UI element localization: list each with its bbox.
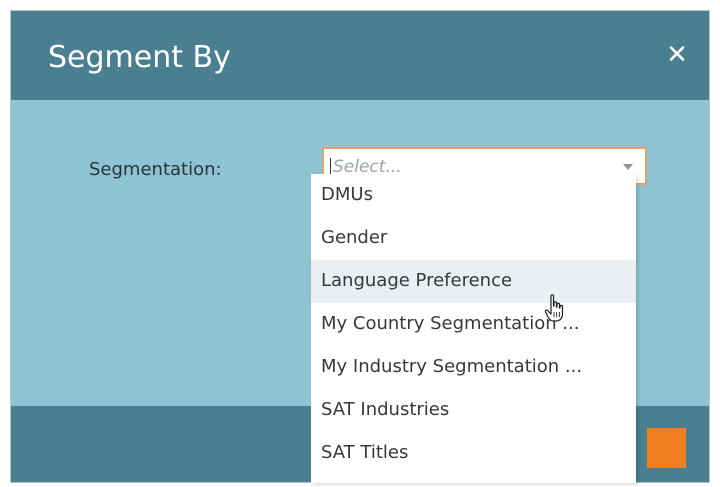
option-my-industry-segmentation[interactable]: My Industry Segmentation ...	[311, 346, 636, 389]
segmentation-dropdown-list: DMUs Gender Language Preference My Count…	[311, 174, 636, 483]
close-icon[interactable]: ✕	[665, 42, 689, 68]
chevron-down-icon[interactable]	[623, 164, 633, 170]
option-my-country-segmentation[interactable]: My Country Segmentation ...	[311, 303, 636, 346]
footer-action-button[interactable]	[647, 428, 686, 468]
segmentation-label: Segmentation:	[89, 159, 222, 180]
option-language-preference[interactable]: Language Preference	[311, 260, 636, 303]
option-dmus[interactable]: DMUs	[311, 174, 636, 217]
option-gender[interactable]: Gender	[311, 217, 636, 260]
option-sat-titles[interactable]: SAT Titles	[311, 432, 636, 475]
option-sat-industries[interactable]: SAT Industries	[311, 389, 636, 432]
hand-cursor-icon	[544, 294, 564, 322]
dialog-title: Segment By	[48, 40, 231, 75]
dialog-header: Segment By ✕	[11, 11, 709, 100]
